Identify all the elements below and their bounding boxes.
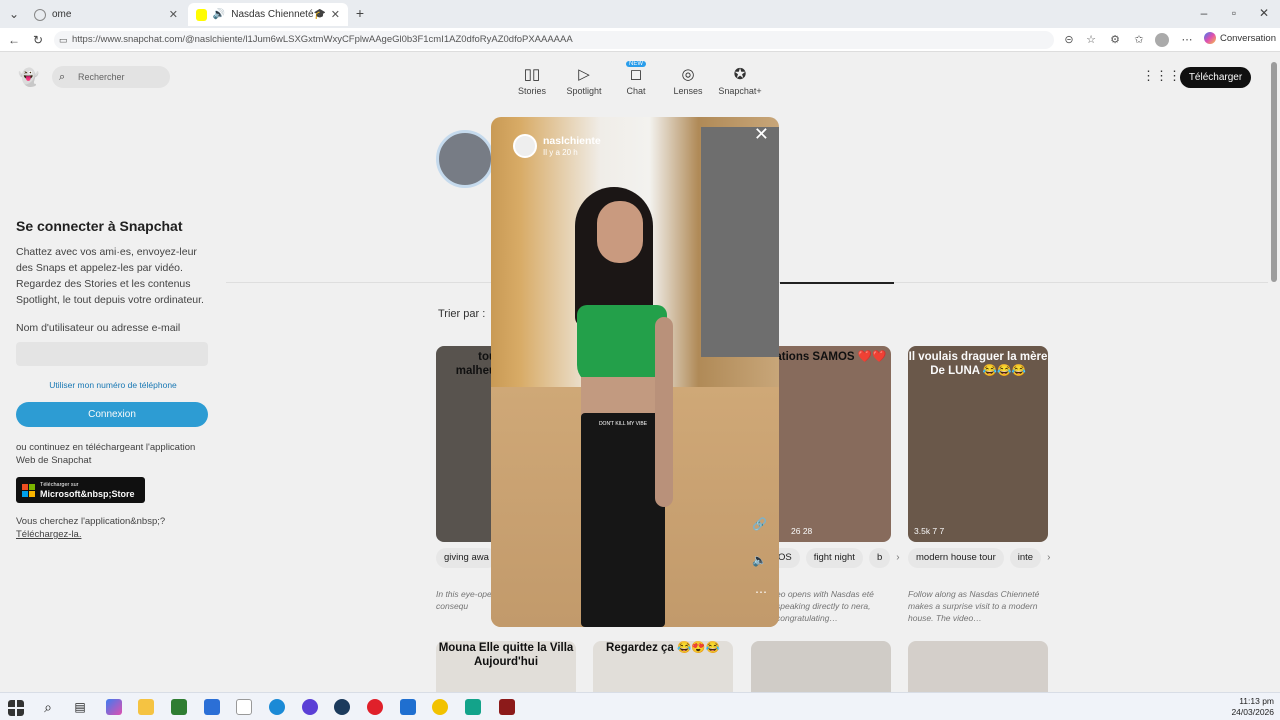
story-time: Il y a 20 h bbox=[543, 147, 578, 157]
reader-icon[interactable]: ⊝ bbox=[1062, 33, 1076, 47]
story-user-header[interactable]: naslchiente Il y a 20 h bbox=[513, 134, 601, 158]
system-clock[interactable]: 11:13 pm 24/03/2026 bbox=[1230, 696, 1274, 718]
mail-icon[interactable] bbox=[204, 699, 220, 715]
profile-avatar-icon[interactable] bbox=[1155, 33, 1169, 47]
tab-title: ome bbox=[52, 9, 72, 20]
app-icon[interactable] bbox=[432, 699, 448, 715]
minimize-icon[interactable]: – bbox=[1196, 5, 1212, 21]
app-icon[interactable] bbox=[465, 699, 481, 715]
browser-tab-bar: ⌄ ome ✕ 🔊 Nasdas Chienneté🎓 (@nasl ✕ + –… bbox=[0, 0, 1280, 28]
clock-date: 24/03/2026 bbox=[1231, 707, 1274, 717]
edge-icon[interactable] bbox=[269, 699, 285, 715]
conversation-label: Conversation bbox=[1220, 32, 1276, 44]
story-avatar[interactable] bbox=[513, 134, 537, 158]
shirt-text: DON'T KILL MY VIBE bbox=[598, 421, 648, 427]
video-subject: DON'T KILL MY VIBE bbox=[555, 187, 685, 627]
more-menu-icon[interactable]: ⋯ bbox=[1180, 33, 1194, 47]
story-username[interactable]: naslchiente bbox=[543, 135, 601, 147]
app-icon[interactable] bbox=[302, 699, 318, 715]
speaker-icon[interactable]: 🔊 bbox=[213, 9, 225, 20]
clock-time: 11:13 pm bbox=[1239, 696, 1274, 706]
snapchat-favicon-icon bbox=[196, 8, 207, 21]
opera-icon[interactable] bbox=[367, 699, 383, 715]
site-info-icon[interactable]: ▭ bbox=[59, 31, 68, 49]
browser-tab-1[interactable]: ome ✕ bbox=[26, 3, 186, 26]
search-icon[interactable]: ⌕ bbox=[40, 699, 56, 715]
conversation-button[interactable]: Conversation bbox=[1204, 32, 1276, 44]
address-toolbar: ← ↻ ▭ https://www.snapchat.com/@naslchie… bbox=[0, 28, 1280, 52]
globe-icon bbox=[34, 8, 46, 21]
file-explorer-icon[interactable] bbox=[138, 699, 154, 715]
browser-tab-2-active[interactable]: 🔊 Nasdas Chienneté🎓 (@nasl ✕ bbox=[188, 3, 348, 26]
steam-icon[interactable] bbox=[334, 699, 350, 715]
store-icon[interactable] bbox=[171, 699, 187, 715]
maximize-icon[interactable]: ▫ bbox=[1226, 5, 1242, 21]
url-text: https://www.snapchat.com/@naslchiente/l1… bbox=[72, 34, 573, 45]
scrollbar-thumb[interactable] bbox=[1271, 62, 1277, 282]
story-video-modal[interactable]: DON'T KILL MY VIBE naslchiente Il y a 20… bbox=[491, 117, 779, 627]
page-scrollbar[interactable] bbox=[1268, 52, 1280, 692]
tab-title: Nasdas Chienneté🎓 (@nasl bbox=[231, 9, 325, 20]
favorite-star-icon[interactable]: ☆ bbox=[1084, 33, 1098, 47]
windows-taskbar: ⌕ ▤ 11:13 pm 24/03/2026 bbox=[0, 692, 1280, 720]
task-view-icon[interactable]: ▤ bbox=[72, 699, 88, 715]
close-tab-icon[interactable]: ✕ bbox=[169, 8, 178, 21]
copilot-icon[interactable] bbox=[106, 699, 122, 715]
close-icon[interactable]: ✕ bbox=[754, 125, 769, 143]
refresh-icon[interactable]: ↻ bbox=[30, 32, 46, 48]
url-bar[interactable]: ▭ https://www.snapchat.com/@naslchiente/… bbox=[54, 31, 1054, 49]
link-icon[interactable]: 🔗 bbox=[752, 517, 767, 531]
new-tab-button[interactable]: + bbox=[352, 5, 368, 21]
copilot-icon bbox=[1204, 32, 1216, 44]
tab-list-chevron-icon[interactable]: ⌄ bbox=[6, 6, 22, 22]
volume-icon[interactable]: 🔈 bbox=[752, 553, 767, 567]
app-icon[interactable] bbox=[400, 699, 416, 715]
favorites-icon[interactable]: ✩ bbox=[1132, 33, 1146, 47]
close-tab-icon[interactable]: ✕ bbox=[331, 8, 340, 21]
notepad-icon[interactable] bbox=[236, 699, 252, 715]
app-icon[interactable] bbox=[499, 699, 515, 715]
video-background bbox=[701, 127, 779, 357]
start-icon[interactable] bbox=[8, 700, 24, 716]
snapchat-page: 👻 ⌕ Rechercher ▯▯ Stories ▷ Spotlight ◻ … bbox=[0, 52, 1268, 692]
extensions-icon[interactable]: ⚙ bbox=[1108, 33, 1122, 47]
more-options-icon[interactable]: ⋯ bbox=[755, 585, 767, 599]
close-window-icon[interactable]: ✕ bbox=[1256, 5, 1272, 21]
back-icon[interactable]: ← bbox=[6, 32, 22, 48]
